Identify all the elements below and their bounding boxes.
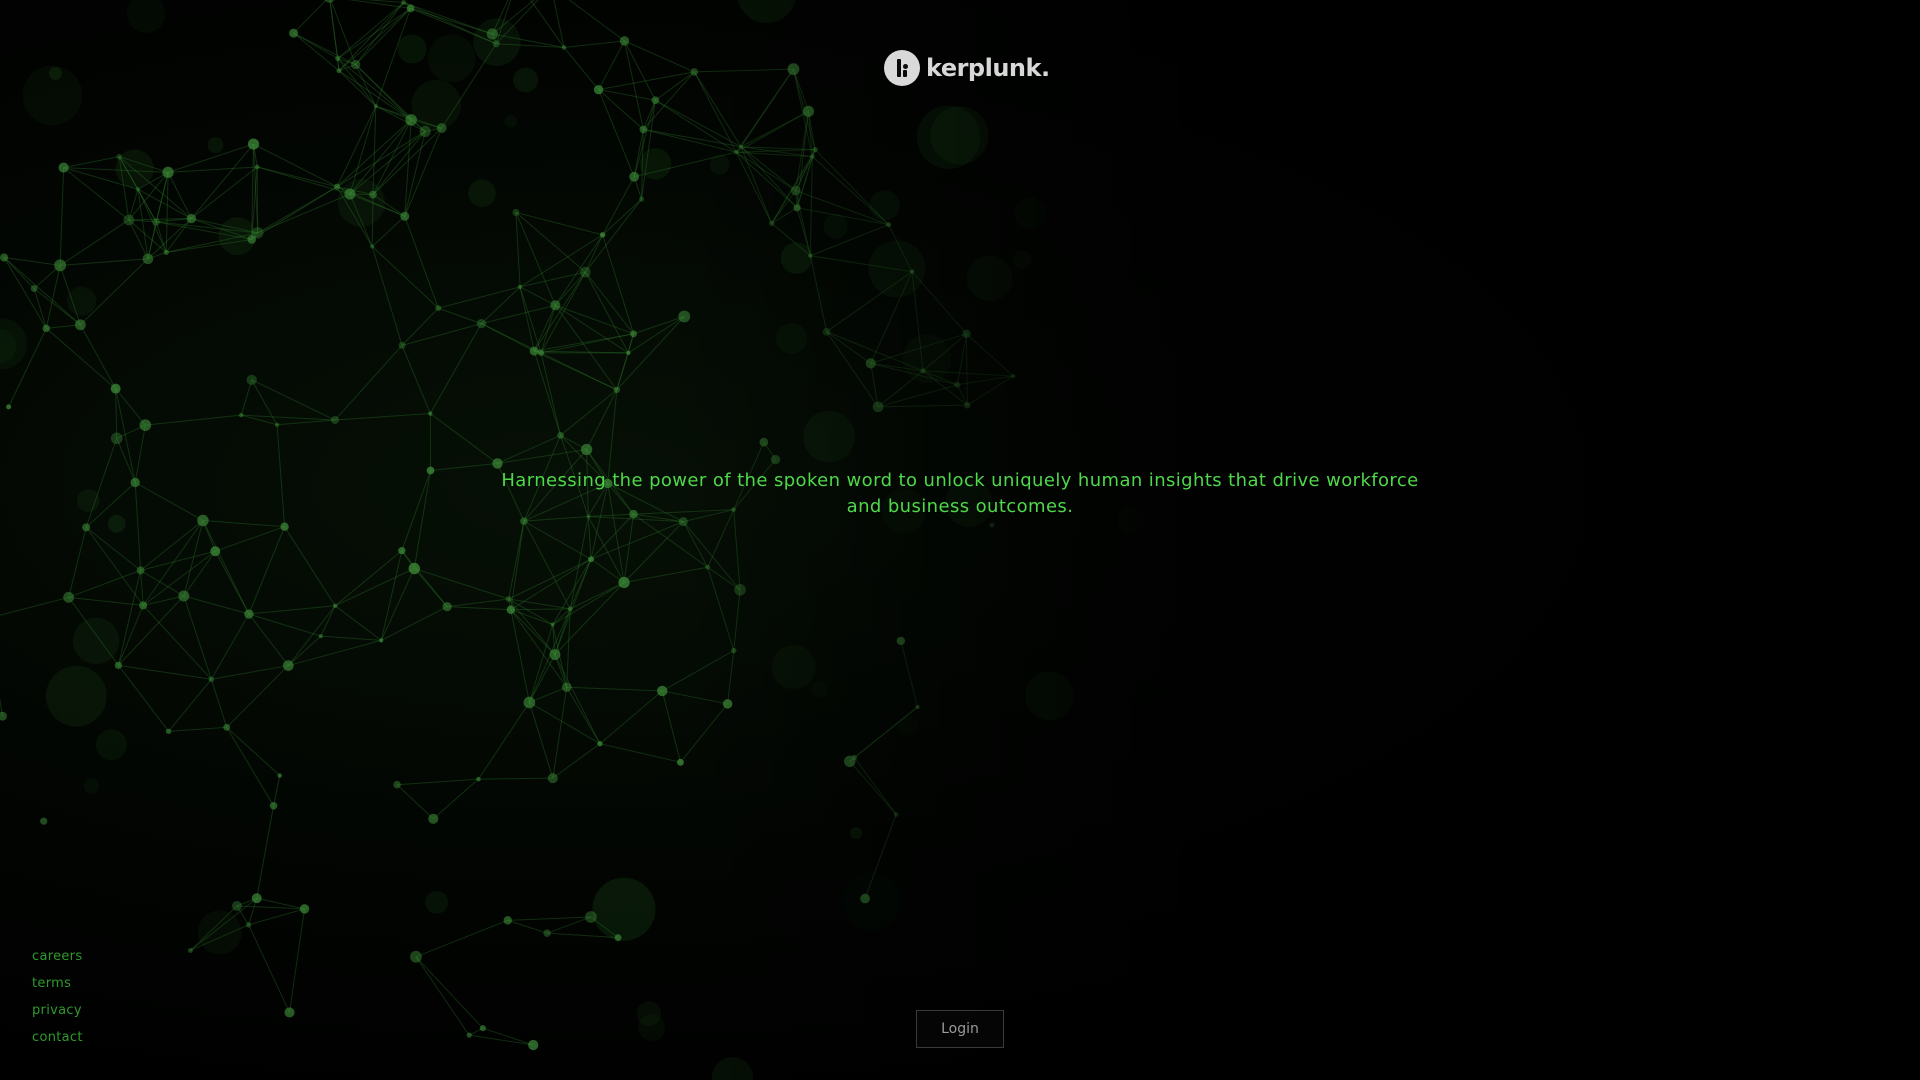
hero-tagline: Harnessing the power of the spoken word … (460, 468, 1460, 520)
tagline-line-2: and business outcomes. (846, 496, 1074, 517)
landing-page: kerplunk. Harnessing the power of the sp… (0, 0, 1920, 1080)
tagline-line-1: Harnessing the power of the spoken word … (501, 470, 1419, 491)
footer-link-terms[interactable]: terms (32, 975, 83, 993)
footer-link-careers[interactable]: careers (32, 948, 83, 966)
kerplunk-k-logo-icon (884, 50, 920, 86)
footer-link-privacy[interactable]: privacy (32, 1002, 83, 1020)
footer-link-contact[interactable]: contact (32, 1029, 83, 1047)
footer-links: careers terms privacy contact (32, 948, 83, 1047)
brand-logo[interactable]: kerplunk. (884, 50, 1050, 86)
login-button[interactable]: Login (916, 1010, 1004, 1048)
brand-name: kerplunk. (926, 54, 1050, 82)
network-sphere-background (0, 0, 1920, 1080)
